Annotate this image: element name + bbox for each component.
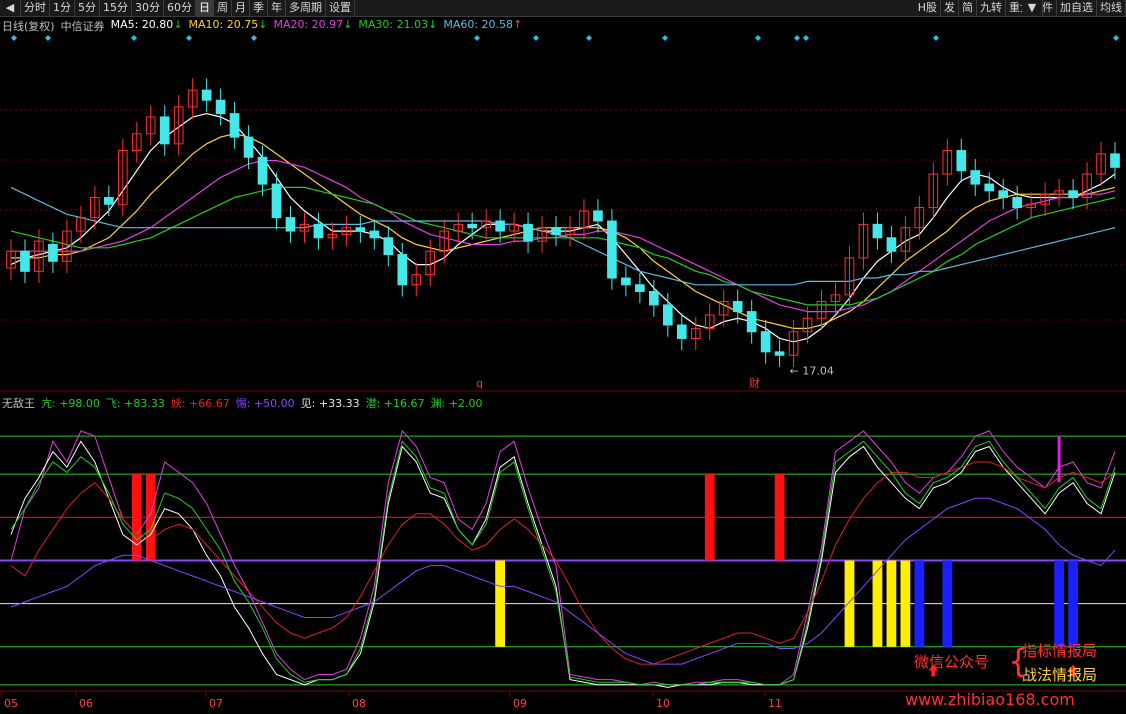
candle-body xyxy=(760,331,771,353)
candle-body xyxy=(998,190,1009,199)
blue-signal-bar xyxy=(942,560,953,647)
candle-body xyxy=(607,220,617,279)
candle-body xyxy=(551,227,561,235)
chart-canvas: ← 17.04 q 财 05 06 07 08 09 10 11 xyxy=(0,35,1126,710)
watermark-line1: 指标情报局 xyxy=(1022,642,1098,660)
candle-body xyxy=(956,150,967,172)
signal-diamond-icon xyxy=(186,35,192,41)
signal-diamond-icon xyxy=(474,35,480,41)
x-axis-label: 07 xyxy=(209,697,223,710)
candle-body xyxy=(662,304,673,326)
signal-diamond-icon xyxy=(1113,35,1119,41)
signal-diamond-icon xyxy=(803,35,809,41)
magenta-signal-bar xyxy=(1057,436,1061,483)
yellow-signal-bar xyxy=(495,560,506,647)
signal-diamond-icon xyxy=(251,35,257,41)
candle-body xyxy=(285,217,296,232)
signal-diamond-icon xyxy=(131,35,137,41)
candle-body xyxy=(872,223,883,239)
x-axis-label: 05 xyxy=(4,697,18,710)
candle-body xyxy=(20,250,30,272)
candle-body xyxy=(1012,197,1023,209)
candle-body xyxy=(676,324,687,339)
candle-body xyxy=(649,290,659,306)
x-axis-label: 10 xyxy=(656,697,670,710)
marker-cai: 财 xyxy=(749,376,760,390)
signal-diamond-icon xyxy=(586,35,592,41)
red-signal-bar xyxy=(774,474,785,561)
candle-body xyxy=(495,220,505,232)
x-axis-label: 06 xyxy=(79,697,93,710)
signal-diamond-icon xyxy=(662,35,668,41)
candle-body xyxy=(523,223,533,242)
yellow-signal-bar xyxy=(844,560,855,647)
candle-body xyxy=(886,237,897,252)
candle-body xyxy=(774,351,785,356)
signal-diamond-icon xyxy=(794,35,800,41)
candle-body xyxy=(355,227,366,232)
signal-diamond-icon xyxy=(755,35,761,41)
signal-diamond-icon xyxy=(933,35,939,41)
candle-body xyxy=(313,223,324,239)
blue-signal-bar xyxy=(1068,560,1078,647)
candle-body xyxy=(467,223,477,229)
x-axis-label: 09 xyxy=(513,697,527,710)
x-axis-label: 08 xyxy=(352,697,366,710)
marker-q: q xyxy=(476,377,483,390)
candle-body xyxy=(383,237,394,256)
candle-body xyxy=(635,284,645,292)
candle-body xyxy=(984,183,995,192)
blue-signal-bar xyxy=(914,560,925,647)
low-price-label: ← 17.04 xyxy=(790,365,834,378)
candle-body xyxy=(243,136,254,158)
candle-body xyxy=(48,243,58,262)
signal-diamond-icon xyxy=(11,35,17,41)
ma-line-MA60 xyxy=(10,186,1116,286)
red-signal-bar xyxy=(145,474,156,561)
signal-diamond-icon xyxy=(45,35,51,41)
red-signal-bar xyxy=(131,474,142,561)
candle-body xyxy=(397,254,408,286)
brace-icon: { xyxy=(1008,642,1029,680)
candle-body xyxy=(159,116,170,145)
ma-line-MA30 xyxy=(10,186,1116,306)
yellow-signal-bar xyxy=(900,560,911,647)
candle-body xyxy=(271,183,282,219)
candle-body xyxy=(215,99,226,115)
candle-body xyxy=(257,156,268,185)
candle-body xyxy=(201,89,212,101)
x-axis-label: 11 xyxy=(768,697,782,710)
candle-body xyxy=(732,301,743,313)
candle-body xyxy=(103,197,114,205)
blue-signal-bar xyxy=(1054,560,1065,647)
signal-diamond-icon xyxy=(533,35,539,41)
candle-body xyxy=(621,277,631,286)
candle-body xyxy=(1110,153,1120,168)
watermark-wechat: 微信公众号 xyxy=(914,653,990,671)
watermark-url: www.zhibiao168.com xyxy=(905,690,1075,709)
yellow-signal-bar xyxy=(886,560,897,647)
candle-body xyxy=(1068,190,1078,199)
candle-body xyxy=(970,170,981,185)
watermark-line2: 战法情报局 xyxy=(1022,666,1098,684)
candle-body xyxy=(746,311,757,333)
red-signal-bar xyxy=(704,474,715,561)
candle-body xyxy=(593,210,603,222)
candle-body xyxy=(369,230,380,239)
yellow-signal-bar xyxy=(872,560,883,647)
candle-body xyxy=(229,113,240,138)
